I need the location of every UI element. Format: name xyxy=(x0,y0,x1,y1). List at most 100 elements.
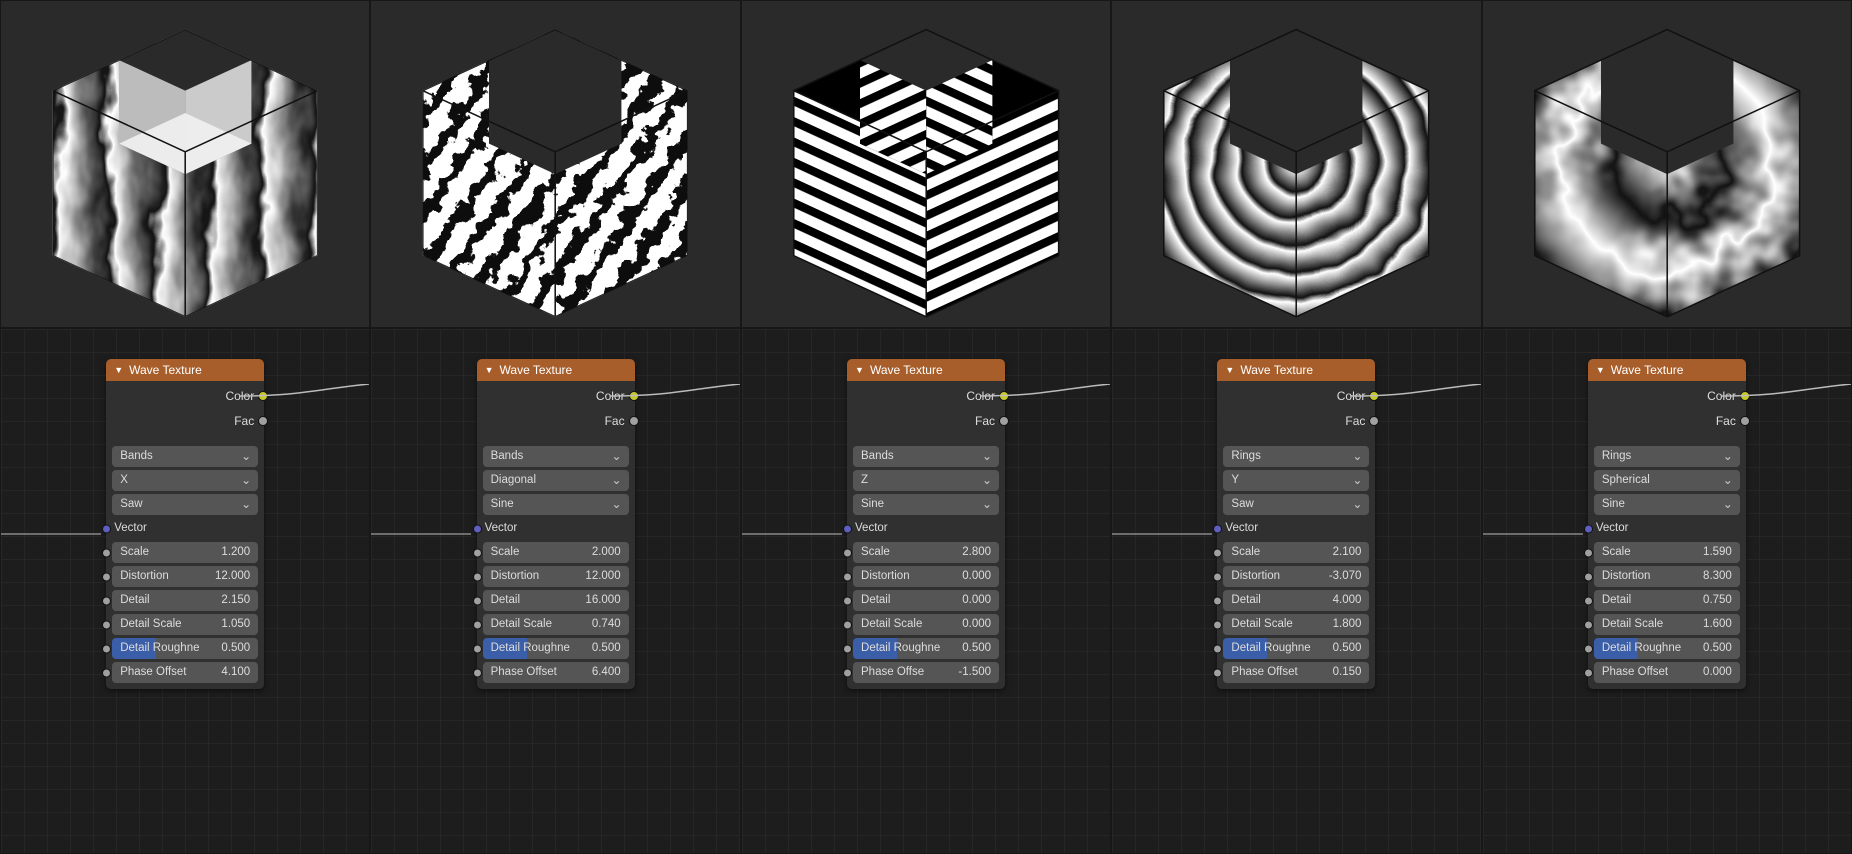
collapse-icon[interactable]: ▼ xyxy=(1596,365,1605,375)
detail-field[interactable]: Detail 0.750 xyxy=(1594,590,1740,611)
detail-field[interactable]: Detail 16.000 xyxy=(483,590,629,611)
distortion-field[interactable]: Distortion 0.000 xyxy=(853,566,999,587)
socket-vector-in[interactable] xyxy=(473,524,482,533)
socket-value-in[interactable] xyxy=(473,644,482,653)
direction-dropdown[interactable]: Z xyxy=(853,470,999,491)
detail-field[interactable]: Detail 2.150 xyxy=(112,590,258,611)
phase-offset-field[interactable]: Phase Offset 0.000 xyxy=(1594,662,1740,683)
collapse-icon[interactable]: ▼ xyxy=(114,365,123,375)
socket-color-out[interactable] xyxy=(1740,391,1750,401)
detail-scale-field[interactable]: Detail Scale 1.800 xyxy=(1223,614,1369,635)
phase-offset-field[interactable]: Phase Offse -1.500 xyxy=(853,662,999,683)
preview-panel[interactable] xyxy=(741,0,1111,328)
wave-type-dropdown[interactable]: Bands xyxy=(483,446,629,467)
socket-value-in[interactable] xyxy=(1213,572,1222,581)
socket-value-in[interactable] xyxy=(473,668,482,677)
socket-vector-in[interactable] xyxy=(843,524,852,533)
socket-value-in[interactable] xyxy=(473,572,482,581)
socket-color-out[interactable] xyxy=(258,391,268,401)
wave-texture-node[interactable]: ▼ Wave Texture Color Fac Rings Spherical… xyxy=(1588,359,1746,689)
detail-scale-field[interactable]: Detail Scale 1.600 xyxy=(1594,614,1740,635)
socket-value-in[interactable] xyxy=(102,668,111,677)
socket-value-in[interactable] xyxy=(843,620,852,629)
detail-roughness-field[interactable]: Detail Roughne 0.500 xyxy=(853,638,999,659)
detail-roughness-field[interactable]: Detail Roughne 0.500 xyxy=(483,638,629,659)
wave-type-dropdown[interactable]: Bands xyxy=(853,446,999,467)
socket-value-in[interactable] xyxy=(1584,668,1593,677)
node-editor[interactable]: ▼ Wave Texture Color Fac Bands X Saw xyxy=(0,328,370,854)
socket-fac-out[interactable] xyxy=(258,416,268,426)
socket-value-in[interactable] xyxy=(1584,620,1593,629)
detail-scale-field[interactable]: Detail Scale 0.740 xyxy=(483,614,629,635)
wave-texture-node[interactable]: ▼ Wave Texture Color Fac Rings Y Saw xyxy=(1217,359,1375,689)
socket-value-in[interactable] xyxy=(102,596,111,605)
socket-value-in[interactable] xyxy=(1213,644,1222,653)
node-header[interactable]: ▼ Wave Texture xyxy=(1217,359,1375,381)
socket-value-in[interactable] xyxy=(1213,668,1222,677)
preview-panel[interactable] xyxy=(1482,0,1852,328)
phase-offset-field[interactable]: Phase Offset 4.100 xyxy=(112,662,258,683)
collapse-icon[interactable]: ▼ xyxy=(855,365,864,375)
detail-scale-field[interactable]: Detail Scale 1.050 xyxy=(112,614,258,635)
collapse-icon[interactable]: ▼ xyxy=(485,365,494,375)
collapse-icon[interactable]: ▼ xyxy=(1225,365,1234,375)
socket-value-in[interactable] xyxy=(1584,644,1593,653)
direction-dropdown[interactable]: X xyxy=(112,470,258,491)
wave-texture-node[interactable]: ▼ Wave Texture Color Fac Bands Diagonal … xyxy=(477,359,635,689)
socket-value-in[interactable] xyxy=(473,620,482,629)
socket-value-in[interactable] xyxy=(102,572,111,581)
wave-type-dropdown[interactable]: Rings xyxy=(1594,446,1740,467)
preview-panel[interactable] xyxy=(0,0,370,328)
profile-dropdown[interactable]: Saw xyxy=(112,494,258,515)
scale-field[interactable]: Scale 2.800 xyxy=(853,542,999,563)
socket-value-in[interactable] xyxy=(102,620,111,629)
detail-roughness-field[interactable]: Detail Roughne 0.500 xyxy=(112,638,258,659)
socket-fac-out[interactable] xyxy=(629,416,639,426)
socket-value-in[interactable] xyxy=(843,668,852,677)
node-header[interactable]: ▼ Wave Texture xyxy=(477,359,635,381)
socket-value-in[interactable] xyxy=(843,548,852,557)
socket-fac-out[interactable] xyxy=(999,416,1009,426)
scale-field[interactable]: Scale 2.100 xyxy=(1223,542,1369,563)
socket-value-in[interactable] xyxy=(1213,548,1222,557)
node-editor[interactable]: ▼ Wave Texture Color Fac Rings Y Saw xyxy=(1111,328,1481,854)
profile-dropdown[interactable]: Sine xyxy=(853,494,999,515)
scale-field[interactable]: Scale 2.000 xyxy=(483,542,629,563)
socket-value-in[interactable] xyxy=(843,572,852,581)
direction-dropdown[interactable]: Diagonal xyxy=(483,470,629,491)
socket-value-in[interactable] xyxy=(102,644,111,653)
socket-fac-out[interactable] xyxy=(1740,416,1750,426)
wave-type-dropdown[interactable]: Rings xyxy=(1223,446,1369,467)
node-editor[interactable]: ▼ Wave Texture Color Fac Bands Diagonal … xyxy=(370,328,740,854)
detail-field[interactable]: Detail 4.000 xyxy=(1223,590,1369,611)
profile-dropdown[interactable]: Sine xyxy=(483,494,629,515)
distortion-field[interactable]: Distortion 12.000 xyxy=(483,566,629,587)
socket-color-out[interactable] xyxy=(629,391,639,401)
socket-value-in[interactable] xyxy=(1213,596,1222,605)
distortion-field[interactable]: Distortion 12.000 xyxy=(112,566,258,587)
socket-color-out[interactable] xyxy=(1369,391,1379,401)
direction-dropdown[interactable]: Spherical xyxy=(1594,470,1740,491)
node-header[interactable]: ▼ Wave Texture xyxy=(847,359,1005,381)
socket-value-in[interactable] xyxy=(1584,596,1593,605)
socket-value-in[interactable] xyxy=(843,644,852,653)
preview-panel[interactable] xyxy=(1111,0,1481,328)
phase-offset-field[interactable]: Phase Offset 6.400 xyxy=(483,662,629,683)
node-header[interactable]: ▼ Wave Texture xyxy=(1588,359,1746,381)
phase-offset-field[interactable]: Phase Offset 0.150 xyxy=(1223,662,1369,683)
wave-texture-node[interactable]: ▼ Wave Texture Color Fac Bands X Saw xyxy=(106,359,264,689)
scale-field[interactable]: Scale 1.590 xyxy=(1594,542,1740,563)
wave-type-dropdown[interactable]: Bands xyxy=(112,446,258,467)
socket-vector-in[interactable] xyxy=(1213,524,1222,533)
detail-roughness-field[interactable]: Detail Roughne 0.500 xyxy=(1223,638,1369,659)
socket-value-in[interactable] xyxy=(473,548,482,557)
socket-value-in[interactable] xyxy=(1584,548,1593,557)
socket-color-out[interactable] xyxy=(999,391,1009,401)
distortion-field[interactable]: Distortion 8.300 xyxy=(1594,566,1740,587)
socket-value-in[interactable] xyxy=(1213,620,1222,629)
detail-field[interactable]: Detail 0.000 xyxy=(853,590,999,611)
profile-dropdown[interactable]: Sine xyxy=(1594,494,1740,515)
wave-texture-node[interactable]: ▼ Wave Texture Color Fac Bands Z Sine xyxy=(847,359,1005,689)
node-editor[interactable]: ▼ Wave Texture Color Fac Rings Spherical… xyxy=(1482,328,1852,854)
socket-value-in[interactable] xyxy=(1584,572,1593,581)
